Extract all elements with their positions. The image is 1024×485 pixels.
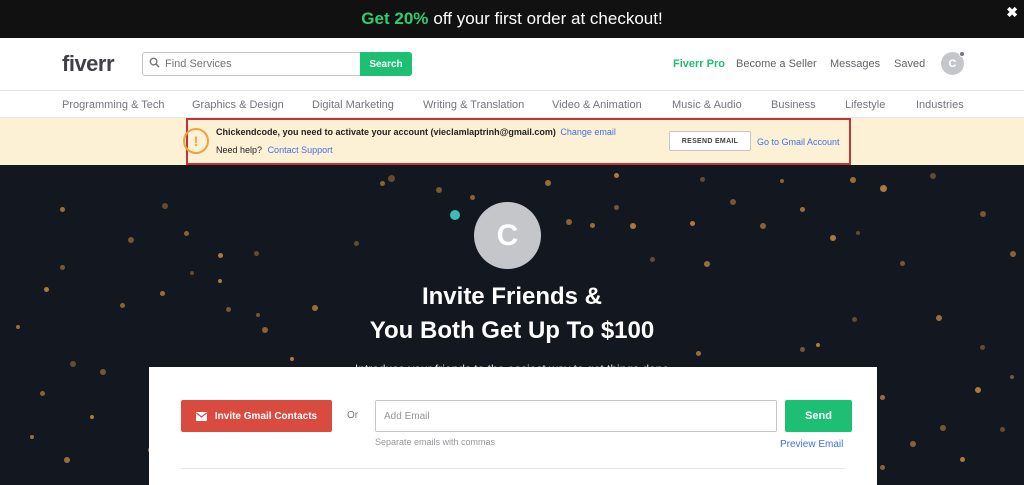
bokeh-light (910, 441, 916, 447)
bokeh-light (388, 175, 395, 182)
category-music-audio[interactable]: Music & Audio (672, 99, 742, 111)
bokeh-light (856, 231, 860, 235)
bokeh-light (830, 235, 836, 241)
bokeh-light (975, 387, 981, 393)
bokeh-light (190, 271, 194, 275)
email-hint: Separate emails with commas (375, 437, 496, 447)
search-input[interactable] (165, 58, 345, 70)
bokeh-light (590, 223, 595, 228)
category-video-animation[interactable]: Video & Animation (552, 99, 642, 111)
category-lifestyle[interactable]: Lifestyle (845, 99, 885, 111)
email-input[interactable] (375, 400, 777, 432)
send-button[interactable]: Send (785, 400, 852, 432)
bokeh-light (30, 435, 34, 439)
site-header: fiverr Search Fiverr Pro Become a Seller… (0, 38, 1024, 91)
bokeh-light (880, 465, 885, 470)
invite-gmail-label: Invite Gmail Contacts (214, 410, 318, 422)
bokeh-light (64, 457, 70, 463)
bokeh-light (1000, 427, 1005, 432)
bokeh-light (700, 177, 705, 182)
notice-highlight-frame (186, 118, 851, 165)
bokeh-light (960, 457, 965, 462)
hero-avatar-letter: C (496, 218, 519, 252)
bokeh-light (704, 261, 710, 267)
bokeh-light (780, 179, 784, 183)
category-digital-marketing[interactable]: Digital Marketing (312, 99, 394, 111)
bokeh-light (290, 357, 294, 361)
bokeh-light (650, 257, 655, 262)
nav-saved[interactable]: Saved (894, 58, 925, 70)
category-industries[interactable]: Industries (916, 99, 964, 111)
bokeh-light (980, 211, 986, 217)
bokeh-light (545, 180, 551, 186)
bokeh-light (930, 173, 936, 179)
category-business[interactable]: Business (771, 99, 816, 111)
bokeh-light-teal (450, 210, 460, 220)
bokeh-light (60, 207, 65, 212)
avatar-letter: C (948, 57, 957, 70)
bokeh-light (880, 395, 885, 400)
search-bar: Search (142, 52, 412, 76)
bokeh-light (690, 221, 695, 226)
bokeh-light (850, 177, 856, 183)
bokeh-light (436, 187, 442, 193)
bokeh-light (614, 173, 619, 178)
status-dot (959, 51, 965, 57)
bokeh-light (800, 347, 805, 352)
bokeh-light (1010, 251, 1016, 257)
bokeh-light (566, 219, 572, 225)
user-avatar[interactable]: C (941, 51, 965, 75)
card-divider (181, 468, 845, 469)
nav-messages[interactable]: Messages (830, 58, 880, 70)
warning-icon: ! (183, 128, 209, 154)
bokeh-light (184, 231, 189, 236)
promo-text: off your first order at checkout! (433, 9, 663, 28)
bokeh-light (354, 241, 359, 246)
category-programming-tech[interactable]: Programming & Tech (62, 99, 165, 111)
envelope-icon (195, 411, 207, 421)
hero-title-line2: You Both Get Up To $100 (369, 317, 655, 344)
bokeh-light (630, 223, 636, 229)
search-field (142, 52, 360, 76)
bokeh-light (900, 261, 905, 266)
bokeh-light (380, 181, 385, 186)
bokeh-light (470, 195, 475, 200)
or-separator: Or (347, 410, 359, 421)
preview-email-link[interactable]: Preview Email (780, 439, 843, 450)
bokeh-light (40, 391, 45, 396)
nav-fiverr-pro[interactable]: Fiverr Pro (673, 58, 725, 70)
bokeh-light (162, 203, 168, 209)
bokeh-light (800, 207, 805, 212)
bokeh-light (980, 345, 985, 350)
bokeh-light (218, 253, 223, 258)
close-icon[interactable]: ✖ (1006, 4, 1018, 21)
bokeh-light (254, 251, 259, 256)
search-icon (149, 55, 160, 73)
bokeh-light (880, 185, 887, 192)
bokeh-light (60, 265, 65, 270)
fiverr-logo[interactable]: fiverr (62, 51, 115, 77)
promo-highlight: Get 20% (361, 9, 429, 28)
invite-card: Invite Gmail Contacts Or Send Separate e… (149, 367, 877, 485)
search-button[interactable]: Search (360, 52, 412, 76)
bokeh-light (760, 223, 766, 229)
hero-title-line1: Invite Friends & (421, 283, 603, 310)
bokeh-light (90, 415, 94, 419)
bokeh-light (940, 425, 946, 431)
nav-become-seller[interactable]: Become a Seller (736, 58, 817, 70)
category-graphics-design[interactable]: Graphics & Design (192, 99, 284, 111)
bokeh-light (696, 351, 701, 356)
category-writing-translation[interactable]: Writing & Translation (423, 99, 524, 111)
bokeh-light (128, 237, 134, 243)
category-menu: Programming & Tech Graphics & Design Dig… (0, 92, 1024, 118)
bokeh-light (614, 205, 619, 210)
hero-avatar: C (474, 202, 541, 269)
bokeh-light (730, 199, 736, 205)
promo-banner: Get 20% off your first order at checkout… (0, 0, 1024, 38)
invite-gmail-button[interactable]: Invite Gmail Contacts (181, 400, 332, 432)
